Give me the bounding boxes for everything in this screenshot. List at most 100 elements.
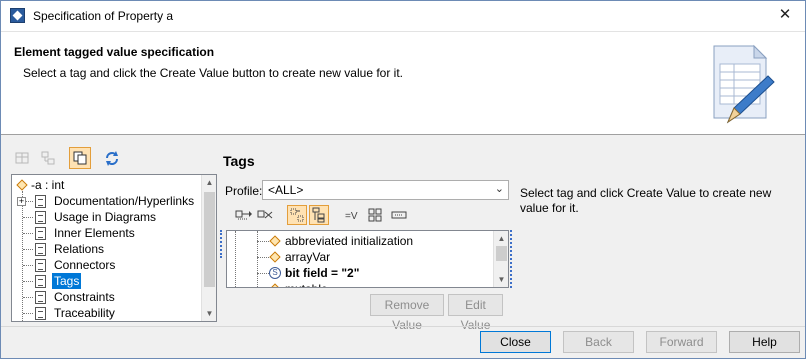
tree-item-relations[interactable]: Relations [12, 241, 202, 257]
scroll-thumb[interactable] [204, 192, 215, 287]
tree-item-property[interactable]: -a : int [12, 177, 202, 193]
document-edit-illustration-icon [713, 44, 775, 124]
header-title: Element tagged value specification [14, 45, 215, 59]
table-icon [391, 211, 407, 219]
hierarchical-view-button[interactable] [309, 205, 329, 225]
doc-icon [35, 291, 46, 304]
doc-icon [35, 259, 46, 272]
tag-list-scrollbar[interactable]: ▲ ▼ [493, 231, 508, 287]
scroll-down-icon[interactable]: ▼ [202, 306, 216, 321]
back-button[interactable]: Back [563, 331, 634, 353]
tag-definition-icon [269, 283, 281, 287]
tree-item-label: Connectors [54, 258, 116, 272]
tree-item-constraints[interactable]: Constraints [12, 289, 202, 305]
profile-value: <ALL> [268, 183, 304, 197]
left-toolbar [11, 147, 211, 171]
tags-title: Tags [223, 153, 255, 169]
refresh-icon [106, 151, 118, 166]
profile-dropdown[interactable]: <ALL> ⌄ [262, 180, 509, 200]
show-values-button[interactable]: =V [343, 205, 363, 225]
show-empty-icon [257, 210, 273, 219]
forward-button[interactable]: Forward [646, 331, 717, 353]
close-window-button[interactable]: ✕ [773, 4, 797, 26]
tree-scrollbar[interactable]: ▲ ▼ [201, 175, 216, 321]
window-title: Specification of Property a [33, 9, 174, 23]
title-bar: Specification of Property a ✕ [1, 1, 805, 31]
copy-button[interactable] [69, 147, 91, 169]
doc-icon [35, 275, 46, 288]
tree-view-button[interactable] [37, 147, 59, 169]
profile-label: Profile: [225, 184, 263, 198]
tree-connector [23, 217, 33, 218]
doc-icon [35, 195, 46, 208]
tag-item-label: mutable [285, 281, 328, 287]
show-empty-button[interactable] [255, 205, 275, 225]
tree-item-inner-elements[interactable]: Inner Elements [12, 225, 202, 241]
refresh-button[interactable] [101, 147, 123, 169]
tree-item-label: Relations [54, 242, 105, 256]
forward-label: Forward [659, 335, 704, 349]
tree-connector [257, 273, 269, 274]
tree-item-traceability[interactable]: Traceability [12, 305, 202, 321]
tree-item-tags[interactable]: Tags [12, 273, 202, 289]
scroll-down-icon[interactable]: ▼ [494, 272, 508, 287]
scroll-up-icon[interactable]: ▲ [202, 175, 216, 190]
tree-item-label: Documentation/Hyperlinks [54, 194, 195, 208]
help-text: Select tag and click Create Value to cre… [520, 186, 772, 215]
header-panel: Element tagged value specification Selec… [1, 31, 805, 135]
doc-icon [35, 307, 46, 320]
footer-separator [1, 326, 805, 327]
property-icon [16, 179, 28, 191]
tree-connector [23, 265, 33, 266]
tag-item-label: abbreviated initialization [285, 234, 414, 248]
dialog-window: Specification of Property a ✕ Element ta… [0, 0, 806, 359]
equals-value-icon: =V [345, 211, 358, 222]
group-by-profile-icon [290, 208, 304, 222]
close-button[interactable]: Close [480, 331, 551, 353]
doc-icon [35, 243, 46, 256]
splitter-handle[interactable] [510, 230, 512, 288]
tag-item-abbreviated-initialization[interactable]: abbreviated initialization [227, 233, 493, 249]
expand-all-button[interactable] [365, 205, 385, 225]
expand-icon[interactable]: + [17, 197, 26, 206]
tree-item-label: Usage in Diagrams [54, 210, 157, 224]
show-inherited-icon [235, 210, 252, 220]
tree-item-label: Tags [52, 273, 82, 289]
tree-item-documentation[interactable]: + Documentation/Hyperlinks [12, 193, 202, 209]
show-inherited-button[interactable] [233, 205, 253, 225]
tree-item-usage-in-diagrams[interactable]: Usage in Diagrams [12, 209, 202, 225]
scroll-up-icon[interactable]: ▲ [494, 231, 508, 246]
table-view-button[interactable] [11, 147, 33, 169]
remove-value-button[interactable]: Remove Value [370, 294, 444, 332]
tag-item-label: bit field = "2" [285, 266, 360, 280]
scroll-thumb[interactable] [496, 246, 507, 261]
tag-list: abbreviated initialization arrayVar S bi… [226, 230, 509, 288]
chevron-down-icon: ⌄ [494, 183, 504, 195]
doc-icon [35, 227, 46, 240]
tag-definition-icon [269, 235, 281, 247]
table-view-icon [15, 152, 29, 164]
doc-icon [35, 211, 46, 224]
tree-view-icon [41, 151, 55, 165]
copy-icon [73, 151, 87, 165]
tag-item-label: arrayVar [285, 250, 331, 264]
group-by-profile-button[interactable] [287, 205, 307, 225]
svg-text:=V: =V [345, 211, 358, 222]
tag-item-mutable[interactable]: mutable [227, 281, 493, 287]
tag-item-bit-field[interactable]: S bit field = "2" [227, 265, 493, 281]
tree-item-connectors[interactable]: Connectors [12, 257, 202, 273]
back-label: Back [585, 335, 612, 349]
tree-connector [257, 241, 269, 242]
splitter-handle[interactable] [220, 230, 222, 258]
tree-item-label: Traceability [54, 306, 115, 320]
tree-item-label: Constraints [54, 290, 115, 304]
edit-value-button[interactable]: Edit Value [448, 294, 503, 332]
tree-connector [23, 297, 33, 298]
help-button[interactable]: Help [729, 331, 800, 353]
header-description: Select a tag and click the Create Value … [23, 66, 403, 80]
tree-connector [26, 201, 33, 202]
tag-item-arrayvar[interactable]: arrayVar [227, 249, 493, 265]
tree-connector [23, 233, 33, 234]
collapse-all-button[interactable] [389, 205, 409, 225]
tags-toolbar: =V [233, 205, 413, 227]
